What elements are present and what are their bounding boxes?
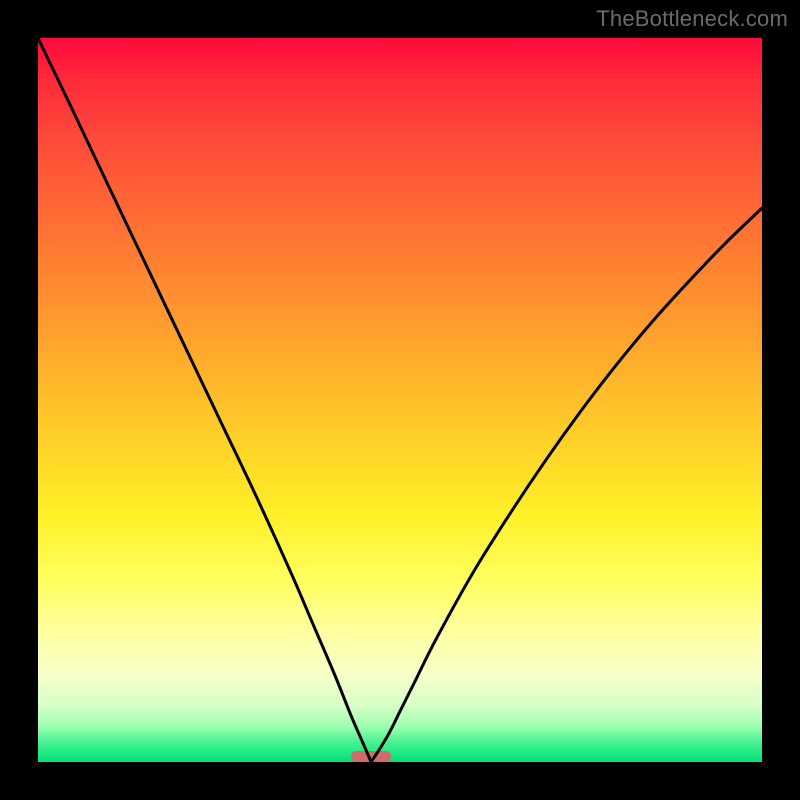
chart-frame: TheBottleneck.com [0, 0, 800, 800]
left-curve [38, 38, 371, 762]
watermark-text: TheBottleneck.com [596, 6, 788, 32]
right-curve [371, 208, 762, 762]
curve-layer [38, 38, 762, 762]
plot-area [38, 38, 762, 762]
